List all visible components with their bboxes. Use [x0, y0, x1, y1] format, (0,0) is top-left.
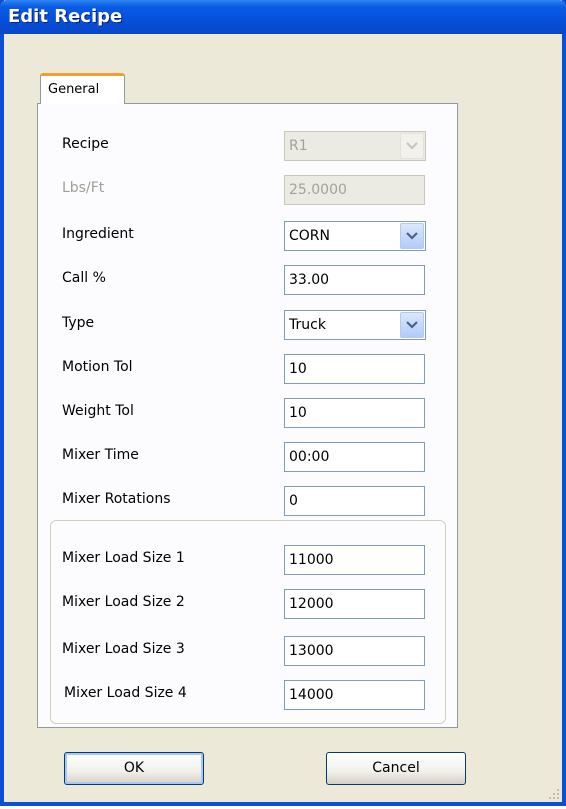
chevron-down-icon: [406, 321, 418, 329]
type-dropdown-button[interactable]: [400, 312, 424, 338]
ingredient-label: Ingredient: [62, 226, 134, 242]
weight-tol-field[interactable]: 10: [284, 398, 425, 428]
ingredient-value: CORN: [289, 228, 330, 244]
load-size-3-label: Mixer Load Size 3: [62, 641, 185, 657]
call-pct-field[interactable]: 33.00: [284, 265, 425, 295]
load-size-2-field[interactable]: 12000: [284, 589, 425, 619]
load-size-2-label: Mixer Load Size 2: [62, 594, 185, 610]
window-title: Edit Recipe: [8, 6, 123, 27]
lbs-ft-label: Lbs/Ft: [62, 180, 105, 196]
mixer-rotations-label: Mixer Rotations: [62, 491, 171, 507]
recipe-label: Recipe: [62, 136, 109, 152]
recipe-select: R1: [284, 131, 426, 161]
load-size-3-field[interactable]: 13000: [284, 636, 425, 666]
chevron-down-icon: [406, 232, 418, 240]
motion-tol-label: Motion Tol: [62, 359, 133, 375]
mixer-time-label: Mixer Time: [62, 447, 139, 463]
type-value: Truck: [289, 317, 326, 333]
edit-recipe-dialog: Edit Recipe General Recipe R1 Lbs/Ft 25.…: [0, 0, 566, 806]
call-pct-label: Call %: [62, 270, 106, 286]
load-size-1-field[interactable]: 11000: [284, 545, 425, 575]
title-bar[interactable]: Edit Recipe: [0, 0, 566, 34]
type-label: Type: [62, 315, 95, 331]
chevron-down-icon: [406, 142, 418, 150]
ingredient-dropdown-button[interactable]: [400, 223, 424, 249]
load-size-4-field[interactable]: 14000: [284, 680, 425, 710]
recipe-dropdown-button: [400, 133, 424, 159]
recipe-value: R1: [289, 138, 308, 154]
resize-grip-icon[interactable]: [548, 788, 560, 800]
ok-button[interactable]: OK: [64, 752, 204, 785]
ingredient-select[interactable]: CORN: [284, 221, 426, 251]
weight-tol-label: Weight Tol: [62, 403, 134, 419]
load-size-4-label: Mixer Load Size 4: [64, 685, 187, 701]
tab-general-label: General: [48, 82, 100, 97]
load-size-1-label: Mixer Load Size 1: [62, 550, 185, 566]
lbs-ft-field: 25.0000: [284, 175, 425, 205]
mixer-rotations-field[interactable]: 0: [284, 486, 425, 516]
cancel-button[interactable]: Cancel: [326, 752, 466, 785]
mixer-time-field[interactable]: 00:00: [284, 442, 425, 472]
type-select[interactable]: Truck: [284, 310, 426, 340]
tab-general[interactable]: General: [40, 73, 125, 104]
motion-tol-field[interactable]: 10: [284, 354, 425, 384]
